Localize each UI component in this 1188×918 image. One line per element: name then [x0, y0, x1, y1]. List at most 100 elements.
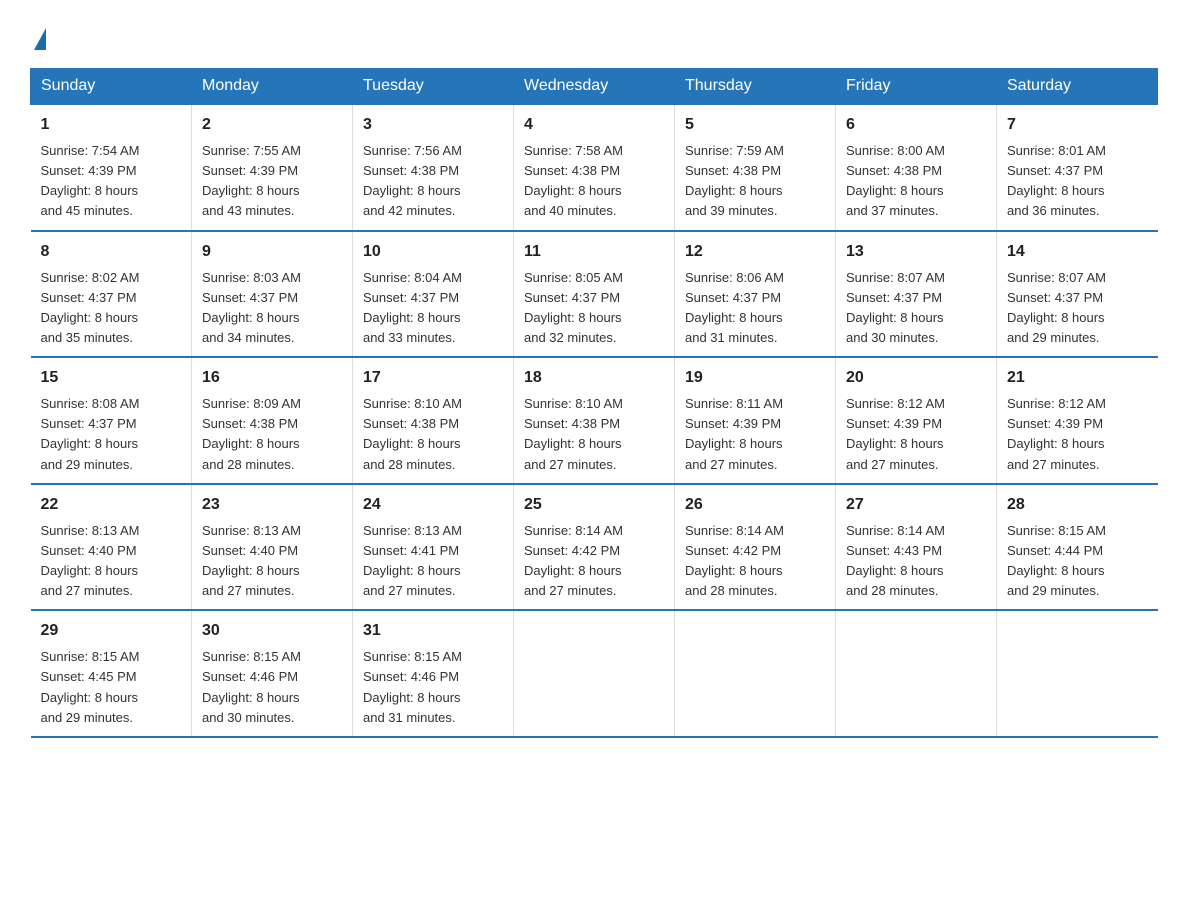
day-info: Sunrise: 8:10 AMSunset: 4:38 PMDaylight:…: [363, 394, 503, 475]
day-number: 10: [363, 240, 503, 264]
calendar-cell: 23Sunrise: 8:13 AMSunset: 4:40 PMDayligh…: [192, 484, 353, 611]
calendar-cell: 30 Sunrise: 8:15 AMSunset: 4:46 PMDayligh…: [192, 610, 353, 737]
day-number: 20: [846, 366, 986, 390]
day-number: 30: [202, 619, 342, 643]
day-number: 29: [41, 619, 182, 643]
day-info: Sunrise: 8:05 AMSunset: 4:37 PMDaylight:…: [524, 268, 664, 349]
calendar-cell: 10 Sunrise: 8:04 AMSunset: 4:37 PMDayligh…: [353, 231, 514, 358]
day-number: 6: [846, 113, 986, 137]
day-info: Sunrise: 8:15 AMSunset: 4:46 PMDaylight:…: [363, 647, 503, 728]
calendar-cell: 14 Sunrise: 8:07 AMSunset: 4:37 PMDayligh…: [997, 231, 1158, 358]
day-number: 7: [1007, 113, 1148, 137]
day-number: 14: [1007, 240, 1148, 264]
day-info: Sunrise: 8:06 AMSunset: 4:37 PMDaylight:…: [685, 268, 825, 349]
day-number: 3: [363, 113, 503, 137]
day-info: Sunrise: 8:15 AMSunset: 4:46 PMDaylight:…: [202, 647, 342, 728]
calendar-cell: 6 Sunrise: 8:00 AMSunset: 4:38 PMDaylight…: [836, 104, 997, 231]
day-number: 8: [41, 240, 182, 264]
day-number: 12: [685, 240, 825, 264]
day-info: Sunrise: 8:04 AMSunset: 4:37 PMDaylight:…: [363, 268, 503, 349]
calendar-cell: 2 Sunrise: 7:55 AMSunset: 4:39 PMDaylight…: [192, 104, 353, 231]
calendar-cell: 12 Sunrise: 8:06 AMSunset: 4:37 PMDayligh…: [675, 231, 836, 358]
day-number: 19: [685, 366, 825, 390]
calendar-week-row: 22 Sunrise: 8:13 AMSunset: 4:40 PMDayligh…: [31, 484, 1158, 611]
day-number: 11: [524, 240, 664, 264]
day-number: 2: [202, 113, 342, 137]
day-number: 1: [41, 113, 182, 137]
calendar-cell: 27 Sunrise: 8:14 AMSunset: 4:43 PMDayligh…: [836, 484, 997, 611]
logo: [30, 28, 46, 50]
calendar-week-row: 1 Sunrise: 7:54 AMSunset: 4:39 PMDaylight…: [31, 104, 1158, 231]
calendar-table: SundayMondayTuesdayWednesdayThursdayFrid…: [30, 68, 1158, 738]
day-number: 26: [685, 493, 825, 517]
calendar-cell: 5Sunrise: 7:59 AMSunset: 4:38 PMDaylight…: [675, 104, 836, 231]
day-number: 9: [202, 240, 342, 264]
day-number: 25: [524, 493, 664, 517]
calendar-cell: [997, 610, 1158, 737]
calendar-cell: [514, 610, 675, 737]
calendar-cell: 16 Sunrise: 8:09 AMSunset: 4:38 PMDayligh…: [192, 357, 353, 484]
calendar-cell: [836, 610, 997, 737]
day-info: Sunrise: 8:11 AMSunset: 4:39 PMDaylight:…: [685, 394, 825, 475]
day-info: Sunrise: 7:54 AMSunset: 4:39 PMDaylight:…: [41, 141, 182, 222]
calendar-cell: 19 Sunrise: 8:11 AMSunset: 4:39 PMDayligh…: [675, 357, 836, 484]
day-info: Sunrise: 8:13 AMSunset: 4:40 PMDaylight:…: [41, 521, 182, 602]
calendar-cell: 25 Sunrise: 8:14 AMSunset: 4:42 PMDayligh…: [514, 484, 675, 611]
calendar-cell: 18Sunrise: 8:10 AMSunset: 4:38 PMDayligh…: [514, 357, 675, 484]
column-header-monday: Monday: [192, 69, 353, 105]
day-info: Sunrise: 8:09 AMSunset: 4:38 PMDaylight:…: [202, 394, 342, 475]
day-number: 13: [846, 240, 986, 264]
calendar-cell: 20 Sunrise: 8:12 AMSunset: 4:39 PMDayligh…: [836, 357, 997, 484]
calendar-cell: 21Sunrise: 8:12 AMSunset: 4:39 PMDayligh…: [997, 357, 1158, 484]
calendar-cell: 7 Sunrise: 8:01 AMSunset: 4:37 PMDaylight…: [997, 104, 1158, 231]
day-number: 22: [41, 493, 182, 517]
calendar-cell: 9Sunrise: 8:03 AMSunset: 4:37 PMDaylight…: [192, 231, 353, 358]
day-info: Sunrise: 8:13 AMSunset: 4:41 PMDaylight:…: [363, 521, 503, 602]
day-number: 28: [1007, 493, 1148, 517]
calendar-cell: 28 Sunrise: 8:15 AMSunset: 4:44 PMDayligh…: [997, 484, 1158, 611]
column-header-sunday: Sunday: [31, 69, 192, 105]
calendar-cell: 8 Sunrise: 8:02 AMSunset: 4:37 PMDaylight…: [31, 231, 192, 358]
calendar-cell: 13 Sunrise: 8:07 AMSunset: 4:37 PMDayligh…: [836, 231, 997, 358]
day-number: 4: [524, 113, 664, 137]
column-header-tuesday: Tuesday: [353, 69, 514, 105]
day-number: 23: [202, 493, 342, 517]
calendar-cell: 29 Sunrise: 8:15 AMSunset: 4:45 PMDayligh…: [31, 610, 192, 737]
calendar-cell: 11 Sunrise: 8:05 AMSunset: 4:37 PMDayligh…: [514, 231, 675, 358]
calendar-cell: 31Sunrise: 8:15 AMSunset: 4:46 PMDayligh…: [353, 610, 514, 737]
calendar-cell: 1 Sunrise: 7:54 AMSunset: 4:39 PMDaylight…: [31, 104, 192, 231]
day-info: Sunrise: 8:12 AMSunset: 4:39 PMDaylight:…: [1007, 394, 1148, 475]
day-info: Sunrise: 8:07 AMSunset: 4:37 PMDaylight:…: [846, 268, 986, 349]
day-info: Sunrise: 8:02 AMSunset: 4:37 PMDaylight:…: [41, 268, 182, 349]
calendar-cell: 4 Sunrise: 7:58 AMSunset: 4:38 PMDaylight…: [514, 104, 675, 231]
logo-blue-text: [30, 28, 46, 50]
day-info: Sunrise: 8:00 AMSunset: 4:38 PMDaylight:…: [846, 141, 986, 222]
column-header-wednesday: Wednesday: [514, 69, 675, 105]
calendar-week-row: 15Sunrise: 8:08 AMSunset: 4:37 PMDayligh…: [31, 357, 1158, 484]
logo-triangle-icon: [34, 28, 46, 50]
calendar-week-row: 29 Sunrise: 8:15 AMSunset: 4:45 PMDayligh…: [31, 610, 1158, 737]
page-header: [30, 20, 1158, 50]
day-info: Sunrise: 7:55 AMSunset: 4:39 PMDaylight:…: [202, 141, 342, 222]
calendar-cell: 3Sunrise: 7:56 AMSunset: 4:38 PMDaylight…: [353, 104, 514, 231]
column-header-friday: Friday: [836, 69, 997, 105]
day-info: Sunrise: 8:12 AMSunset: 4:39 PMDaylight:…: [846, 394, 986, 475]
day-info: Sunrise: 8:15 AMSunset: 4:45 PMDaylight:…: [41, 647, 182, 728]
day-info: Sunrise: 8:08 AMSunset: 4:37 PMDaylight:…: [41, 394, 182, 475]
calendar-cell: 15Sunrise: 8:08 AMSunset: 4:37 PMDayligh…: [31, 357, 192, 484]
column-header-thursday: Thursday: [675, 69, 836, 105]
day-number: 27: [846, 493, 986, 517]
day-info: Sunrise: 8:14 AMSunset: 4:43 PMDaylight:…: [846, 521, 986, 602]
calendar-header-row: SundayMondayTuesdayWednesdayThursdayFrid…: [31, 69, 1158, 105]
day-info: Sunrise: 8:01 AMSunset: 4:37 PMDaylight:…: [1007, 141, 1148, 222]
day-info: Sunrise: 8:14 AMSunset: 4:42 PMDaylight:…: [524, 521, 664, 602]
day-info: Sunrise: 7:58 AMSunset: 4:38 PMDaylight:…: [524, 141, 664, 222]
day-number: 17: [363, 366, 503, 390]
day-info: Sunrise: 8:07 AMSunset: 4:37 PMDaylight:…: [1007, 268, 1148, 349]
day-number: 5: [685, 113, 825, 137]
calendar-cell: [675, 610, 836, 737]
calendar-cell: 24Sunrise: 8:13 AMSunset: 4:41 PMDayligh…: [353, 484, 514, 611]
day-number: 16: [202, 366, 342, 390]
day-number: 18: [524, 366, 664, 390]
day-info: Sunrise: 8:15 AMSunset: 4:44 PMDaylight:…: [1007, 521, 1148, 602]
